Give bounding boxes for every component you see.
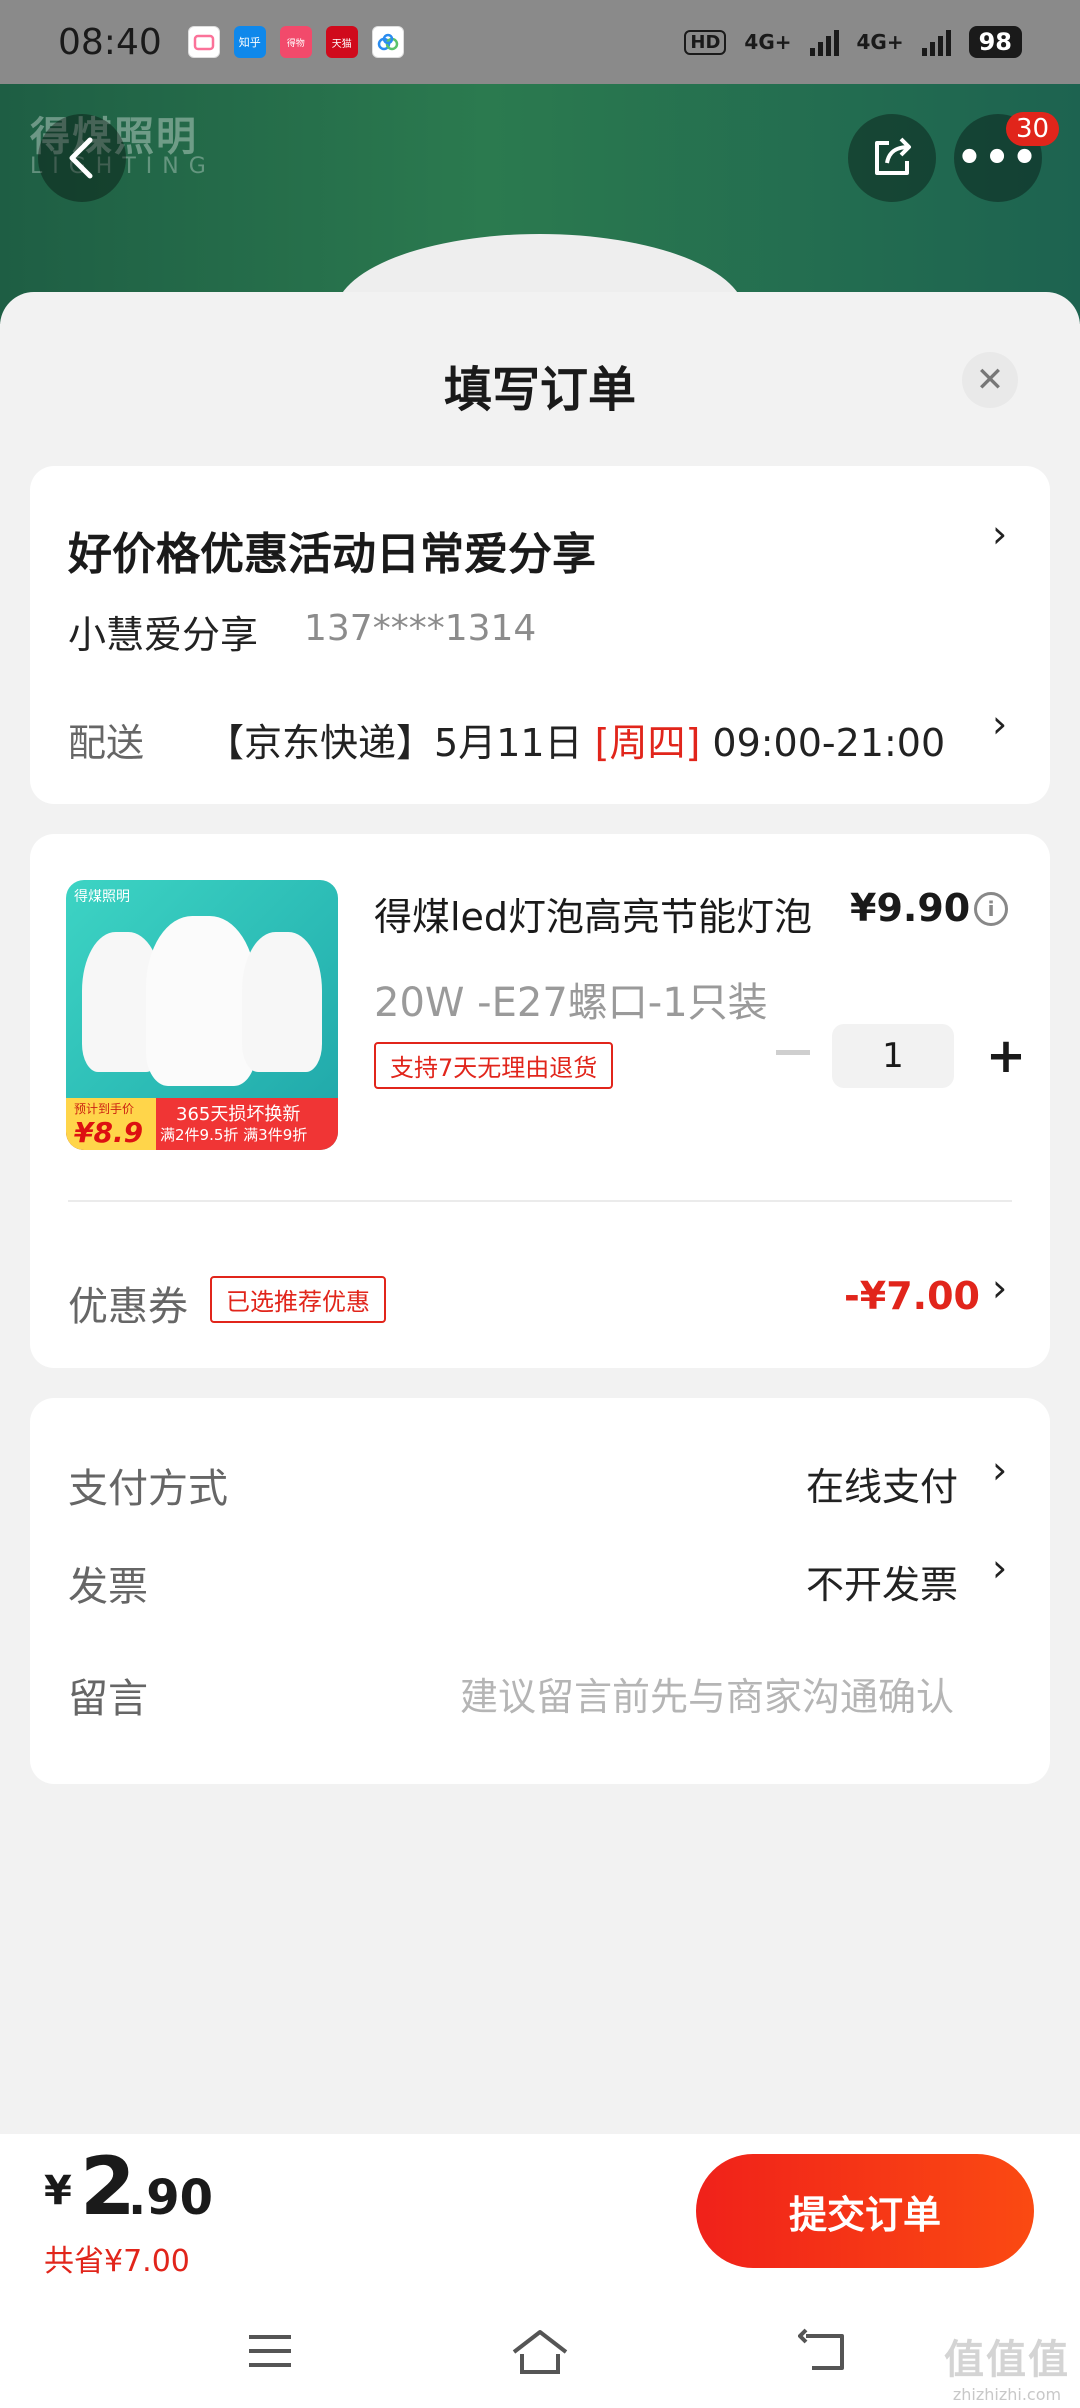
home-button[interactable] <box>500 2316 580 2386</box>
thumb-promo-banner: 预计到手价 ¥8.9 365天损坏换新 满2件9.5折 满3件9折 <box>66 1098 338 1150</box>
recent-apps-button[interactable] <box>230 2316 310 2386</box>
back-nav-button[interactable] <box>786 2316 866 2386</box>
status-bar: 08:40 知乎 得物 天猫 HD 4G+ 4G+ 98 <box>0 0 1080 84</box>
promo-line-2: 满2件9.5折 满3件9折 <box>160 1126 308 1144</box>
promo-line-1: 365天损坏换新 <box>176 1104 301 1125</box>
quantity-increase-button[interactable]: + <box>976 1024 1036 1088</box>
shipping-value[interactable]: 【京东快递】5月11日 [周四] 09:00-21:00 <box>206 712 945 767</box>
back-button[interactable] <box>38 114 126 202</box>
promo-price: ¥8.9 <box>74 1116 144 1149</box>
status-indicators: HD 4G+ 4G+ 98 <box>684 26 1022 58</box>
chevron-right-icon[interactable]: › <box>992 1546 1007 1590</box>
total-decimal: .90 <box>128 2170 214 2226</box>
payment-method-label: 支付方式 <box>68 1466 228 1512</box>
watermark-big: 值值值 <box>944 2337 1070 2383</box>
note-input[interactable]: 建议留言前先与商家沟通确认 <box>460 1666 954 1721</box>
status-time: 08:40 <box>58 21 162 63</box>
network-type-2: 4G+ <box>856 30 904 54</box>
back-arrow-icon <box>798 2328 844 2370</box>
total-currency: ¥ <box>44 2168 72 2214</box>
bulb-image-right <box>242 932 322 1072</box>
product-spec[interactable]: 20W -E27螺口-1只装 <box>374 970 768 1028</box>
promo-small-text: 预计到手价 <box>74 1102 135 1116</box>
coupon-label: 优惠券 <box>68 1284 188 1330</box>
info-icon[interactable]: i <box>974 892 1008 926</box>
return-policy-tag: 支持7天无理由退货 <box>374 1042 614 1089</box>
address-title: 好价格优惠活动日常爱分享 <box>68 529 596 580</box>
product-card: 得煤照明 预计到手价 ¥8.9 365天损坏换新 满2件9.5折 满3件9折 得… <box>30 834 1050 1368</box>
close-icon: ✕ <box>975 360 1005 400</box>
dewu-app-icon: 得物 <box>279 26 312 58</box>
menu-icon <box>249 2335 291 2367</box>
invoice-value[interactable]: 不开发票 <box>806 1554 958 1609</box>
chevron-right-icon[interactable]: › <box>992 1448 1007 1492</box>
saved-amount: 共省¥7.00 <box>44 2244 190 2279</box>
home-icon <box>512 2330 568 2374</box>
share-icon <box>875 137 911 175</box>
watermark-small: zhizhizhi.com <box>952 2385 1062 2404</box>
quantity-decrease-button[interactable] <box>776 1050 810 1055</box>
bilibili-app-icon <box>187 26 220 58</box>
product-thumbnail[interactable]: 得煤照明 预计到手价 ¥8.9 365天损坏换新 满2件9.5折 满3件9折 <box>66 880 338 1150</box>
chevron-left-icon <box>69 137 93 179</box>
order-sheet: 填写订单 ✕ 好价格优惠活动日常爱分享 › 小慧爱分享 137****1314 … <box>0 292 1080 2408</box>
coupon-value[interactable]: -¥7.00 <box>844 1274 980 1318</box>
quantity-input[interactable]: 1 <box>832 1024 954 1088</box>
chevron-right-icon[interactable]: › <box>992 1266 1007 1310</box>
submit-order-button[interactable]: 提交订单 <box>696 2154 1034 2268</box>
shipping-weekday: [周四] <box>594 721 701 765</box>
notification-app-icons: 知乎 得物 天猫 <box>187 26 404 58</box>
cloud-app-icon <box>371 26 404 58</box>
signal-icon-2 <box>921 28 951 56</box>
zhihu-app-icon: 知乎 <box>233 26 266 58</box>
checkout-bar: ¥ 2 .90 共省¥7.00 提交订单 <box>0 2134 1080 2296</box>
signal-icon <box>809 28 839 56</box>
network-type-1: 4G+ <box>744 30 792 54</box>
battery-indicator: 98 <box>968 26 1022 58</box>
address-card[interactable]: 好价格优惠活动日常爱分享 › 小慧爱分享 137****1314 配送 【京东快… <box>30 466 1050 804</box>
hd-icon: HD <box>684 29 727 55</box>
site-watermark: 值值值 zhizhizhi.com <box>944 2327 1070 2404</box>
recipient-name: 小慧爱分享 <box>68 613 259 657</box>
product-banner-background: 得煤照明 LIGHTING <box>0 84 1080 324</box>
payment-card: 支付方式 在线支付 › 发票 不开发票 › 留言 建议留言前先与商家沟通确认 <box>30 1398 1050 1784</box>
notification-badge: 30 <box>1006 112 1060 146</box>
shipping-label: 配送 <box>68 721 145 765</box>
tmall-app-icon: 天猫 <box>325 26 358 58</box>
thumb-brand-logo: 得煤照明 <box>74 889 130 905</box>
bulb-image-center <box>146 916 256 1086</box>
sheet-title: 填写订单 <box>443 362 636 418</box>
payment-method-value[interactable]: 在线支付 <box>806 1456 958 1511</box>
shipping-time: 09:00-21:00 <box>712 721 946 765</box>
chevron-right-icon: › <box>992 702 1008 746</box>
recipient-phone: 137****1314 <box>304 608 537 649</box>
promo-price-block: 预计到手价 ¥8.9 <box>66 1098 156 1150</box>
coupon-tag: 已选推荐优惠 <box>210 1276 386 1323</box>
close-button[interactable]: ✕ <box>962 352 1018 408</box>
product-title[interactable]: 得煤led灯泡高亮节能灯泡 <box>374 886 814 941</box>
chevron-right-icon: › <box>992 512 1008 556</box>
share-button[interactable] <box>848 114 936 202</box>
divider <box>68 1200 1012 1202</box>
system-nav-bar: 值值值 zhizhizhi.com <box>0 2296 1080 2408</box>
product-price: ¥9.90 <box>850 886 971 930</box>
shipping-date: 5月11日 <box>434 721 583 765</box>
invoice-label: 发票 <box>68 1564 148 1610</box>
shipping-carrier: 【京东快递】 <box>206 721 435 765</box>
note-label: 留言 <box>68 1676 148 1722</box>
